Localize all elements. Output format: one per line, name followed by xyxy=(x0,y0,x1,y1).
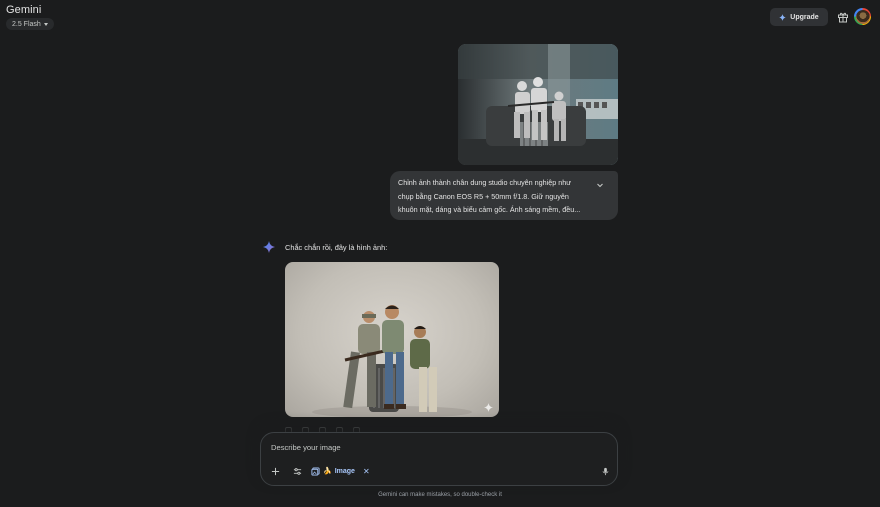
image-tool-chip[interactable]: 🍌 Image ✕ xyxy=(311,465,370,477)
upgrade-button[interactable]: Upgrade xyxy=(770,8,828,26)
banana-icon: 🍌 xyxy=(323,468,332,475)
image-gallery-icon xyxy=(311,466,320,476)
model-selector[interactable]: 2.5 Flash xyxy=(6,18,54,30)
prompt-composer: 🍌 Image ✕ xyxy=(260,432,618,486)
avatar[interactable] xyxy=(854,8,871,25)
user-message-line: khuôn mặt, dáng và biểu cảm gốc. Ánh sán… xyxy=(398,205,581,214)
response-text: Chắc chắn rồi, đây là hình ảnh: xyxy=(285,243,388,252)
gift-icon[interactable] xyxy=(837,11,849,23)
add-button[interactable] xyxy=(269,465,281,477)
uploaded-photo[interactable] xyxy=(458,44,618,165)
app-title: Gemini xyxy=(6,4,42,16)
prompt-input[interactable] xyxy=(271,443,591,452)
user-message-line: Chỉnh ảnh thành chân dung studio chuyên … xyxy=(398,178,572,187)
microphone-icon xyxy=(601,467,609,475)
tools-button[interactable] xyxy=(291,465,303,477)
chevron-down-icon[interactable] xyxy=(596,181,604,189)
image-tool-label: Image xyxy=(334,467,355,475)
uploaded-photo-illustration xyxy=(458,44,618,165)
tune-icon xyxy=(293,467,301,475)
sparkle-watermark-icon xyxy=(484,403,493,412)
generated-image[interactable] xyxy=(285,262,499,417)
generated-image-illustration xyxy=(312,305,472,417)
sparkle-icon xyxy=(779,13,787,21)
close-icon[interactable]: ✕ xyxy=(363,467,370,476)
plus-icon xyxy=(271,467,279,475)
user-message-line: chụp bằng Canon EOS R5 + 50mm f/1.8. Giữ… xyxy=(398,191,569,201)
gemini-spark-icon xyxy=(263,241,275,253)
upgrade-label: Upgrade xyxy=(790,13,819,21)
disclaimer: Gemini can make mistakes, so double-chec… xyxy=(378,492,502,498)
user-message-bubble: Chỉnh ảnh thành chân dung studio chuyên … xyxy=(390,171,618,220)
caret-down-icon xyxy=(43,22,48,26)
microphone-button[interactable] xyxy=(599,465,611,477)
model-selector-label: 2.5 Flash xyxy=(12,20,41,28)
